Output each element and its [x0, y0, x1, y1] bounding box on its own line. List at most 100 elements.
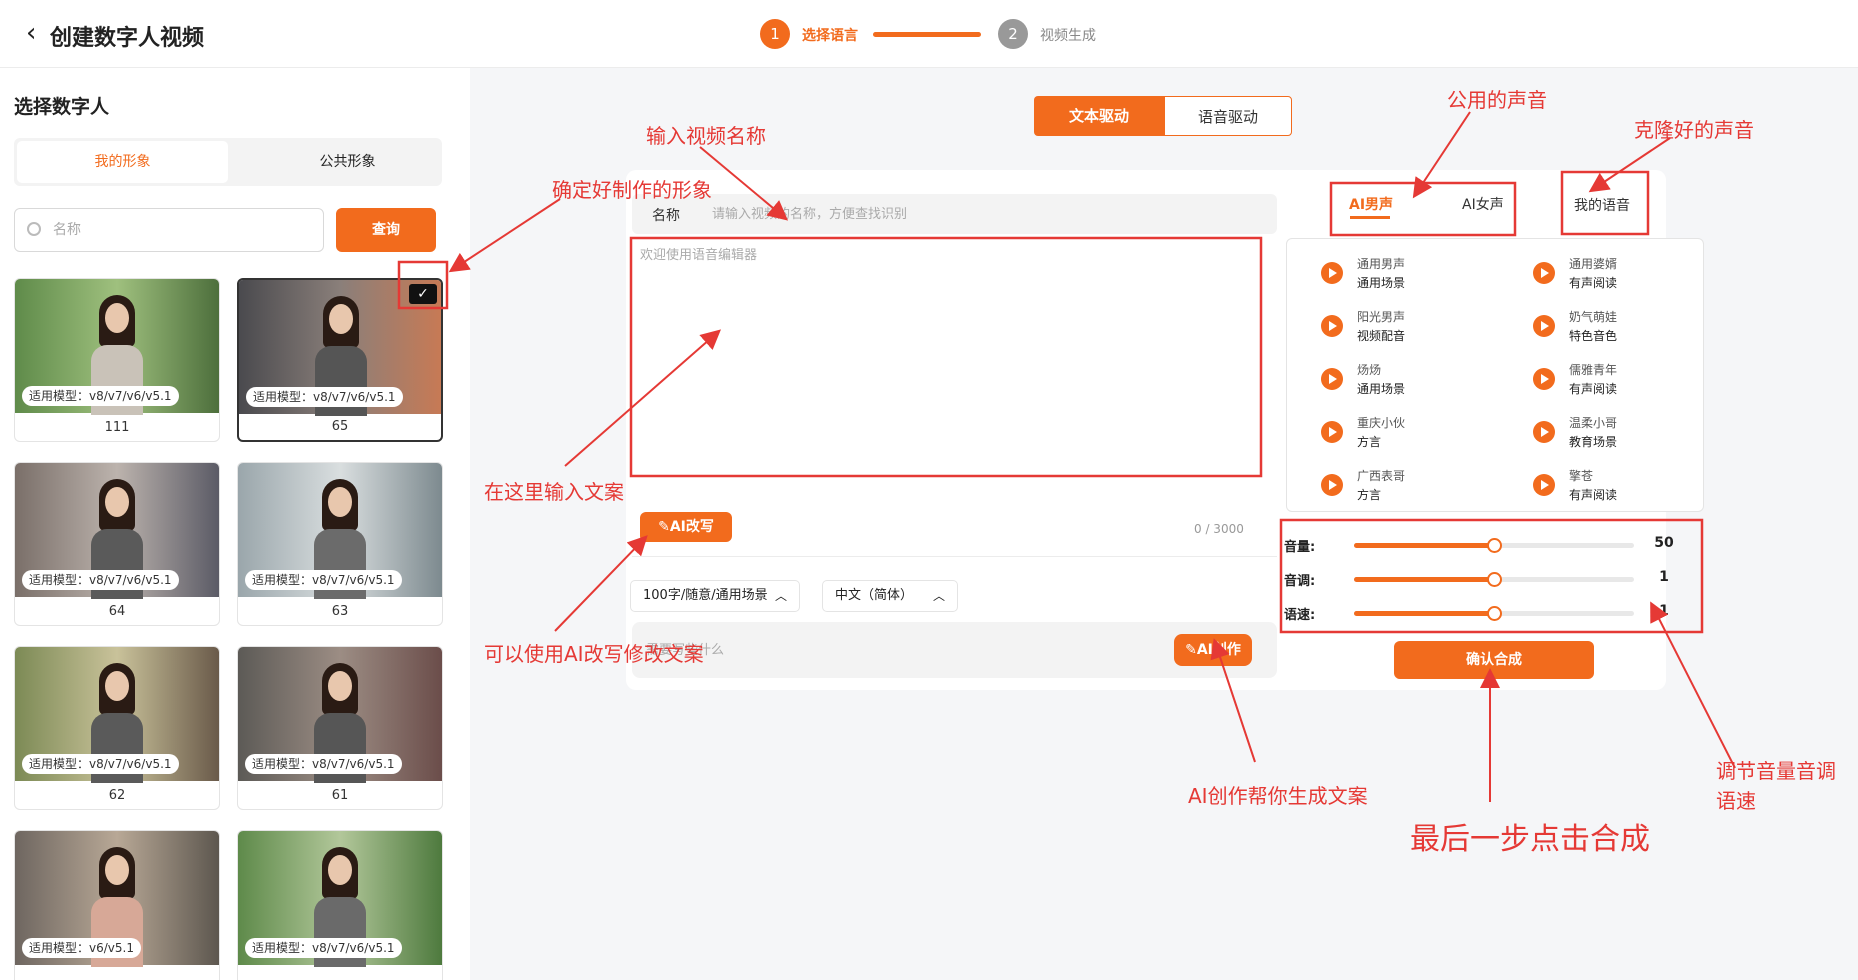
slider-track[interactable]	[1354, 538, 1634, 553]
back-arrow-icon[interactable]: ‹	[26, 20, 42, 48]
slider-label: 音量:	[1284, 540, 1316, 555]
voice-tag: 方言	[1357, 435, 1382, 449]
slider-fill	[1354, 577, 1494, 582]
search-field	[14, 208, 324, 252]
annotation-final-step: 最后一步点击合成	[1410, 822, 1650, 857]
voice-item[interactable]: 儒雅青年 有声阅读	[1533, 361, 1713, 397]
voice-name: 广西表哥	[1357, 469, 1406, 483]
voice-item[interactable]: 通用男声 通用场景	[1321, 255, 1501, 291]
script-textarea[interactable]	[634, 240, 1266, 476]
model-tag: 适用模型：v8/v7/v6/v5.1	[22, 570, 179, 590]
figure-card[interactable]: 适用模型：v8/v7/v6/v5.1	[237, 830, 443, 980]
slider-handle[interactable]	[1487, 572, 1502, 587]
tab-public-figures[interactable]: 公共形象	[242, 141, 453, 183]
voice-item[interactable]: 广西表哥 方言	[1321, 467, 1501, 503]
model-tag: 适用模型：v8/v7/v6/v5.1	[245, 938, 402, 958]
ai-rewrite-label: AI改写	[669, 519, 714, 535]
voice-tag: 通用场景	[1357, 382, 1406, 396]
slider-row: 语速: 1	[1284, 601, 1684, 625]
tab-my-figures[interactable]: 我的形象	[17, 141, 228, 183]
ai-prompt-input[interactable]	[646, 637, 1086, 663]
model-tag: 适用模型：v8/v7/v6/v5.1	[246, 387, 403, 407]
video-name-input[interactable]	[712, 201, 1252, 227]
model-tag: 适用模型：v8/v7/v6/v5.1	[245, 570, 402, 590]
play-icon[interactable]	[1533, 315, 1555, 337]
play-icon[interactable]	[1533, 474, 1555, 496]
model-tag: 适用模型：v8/v7/v6/v5.1	[22, 754, 179, 774]
figure-card[interactable]: 适用模型：v6/v5.1	[14, 830, 220, 980]
annotation-cloned-voice: 克隆好的声音	[1634, 118, 1754, 142]
checkmark-icon[interactable]: ✓	[409, 284, 437, 304]
tab-voice-driven[interactable]: 语音驱动	[1164, 96, 1292, 136]
search-input[interactable]	[53, 217, 313, 243]
voice-item[interactable]: 通用婆婿 有声阅读	[1533, 255, 1713, 291]
model-tag: 适用模型：v6/v5.1	[22, 938, 141, 958]
tab-ai-female-voice[interactable]: AI女声	[1462, 194, 1504, 214]
language-dropdown[interactable]: 中文（简体） ︿	[822, 580, 958, 612]
ai-prompt-row: ✎AI创作	[632, 622, 1277, 678]
divider	[632, 556, 1277, 557]
play-icon[interactable]	[1321, 262, 1343, 284]
voice-tag: 有声阅读	[1569, 276, 1618, 290]
play-icon[interactable]	[1321, 421, 1343, 443]
figure-thumbnail: 适用模型：v8/v7/v6/v5.1	[238, 831, 442, 967]
play-icon[interactable]	[1321, 474, 1343, 496]
voice-tag: 有声阅读	[1569, 382, 1618, 396]
play-icon[interactable]	[1533, 368, 1555, 390]
figure-card[interactable]: 适用模型：v8/v7/v6/v5.1 64	[14, 462, 220, 626]
play-icon[interactable]	[1533, 262, 1555, 284]
voice-item[interactable]: 擎苍 有声阅读	[1533, 467, 1713, 503]
model-tag: 适用模型：v8/v7/v6/v5.1	[22, 386, 179, 406]
length-dropdown[interactable]: 100字/随意/通用场景 ︿	[630, 580, 800, 612]
slider-track[interactable]	[1354, 606, 1634, 621]
chevron-up-icon: ︿	[774, 589, 787, 603]
figure-sidebar: 选择数字人 我的形象 公共形象 查询 适用模型：v8/v7/v6/v5.1 111…	[0, 68, 470, 980]
annotation-input-text: 在这里输入文案	[484, 480, 624, 504]
voice-name: 儒雅青年	[1569, 363, 1618, 377]
figure-name: 62	[108, 788, 126, 803]
figure-card[interactable]: 适用模型：v8/v7/v6/v5.1 62	[14, 646, 220, 810]
voice-item[interactable]: 重庆小伙 方言	[1321, 414, 1501, 450]
voice-tag: 通用场景	[1357, 276, 1406, 290]
ai-create-button[interactable]: ✎AI创作	[1174, 634, 1252, 666]
voice-tag: 特色音色	[1569, 329, 1618, 343]
figure-card[interactable]: 适用模型：v8/v7/v6/v5.1 111	[14, 278, 220, 442]
slider-fill	[1354, 611, 1494, 616]
query-button[interactable]: 查询	[336, 208, 436, 252]
char-counter: 0 / 3000	[1194, 522, 1244, 536]
figure-card[interactable]: 适用模型：v8/v7/v6/v5.1 65 ✓	[237, 278, 443, 442]
figure-thumbnail: 适用模型：v8/v7/v6/v5.1	[15, 279, 219, 415]
tab-text-driven[interactable]: 文本驱动	[1034, 96, 1164, 136]
voice-item[interactable]: 阳光男声 视频配音	[1321, 308, 1501, 344]
figure-name: 65	[331, 419, 349, 434]
voice-item[interactable]: 温柔小哥 教育场景	[1533, 414, 1713, 450]
play-icon[interactable]	[1321, 368, 1343, 390]
voice-name: 通用男声	[1357, 257, 1406, 271]
figure-name: 61	[331, 788, 349, 803]
figure-thumbnail: 适用模型：v8/v7/v6/v5.1	[238, 463, 442, 599]
length-dropdown-value: 100字/随意/通用场景	[643, 588, 768, 603]
voice-item[interactable]: 炀炀 通用场景	[1321, 361, 1501, 397]
model-tag: 适用模型：v8/v7/v6/v5.1	[245, 754, 402, 774]
play-icon[interactable]	[1321, 315, 1343, 337]
tab-my-voice[interactable]: 我的语音	[1574, 195, 1630, 215]
annotation-input-name: 输入视频名称	[646, 124, 766, 148]
tab-ai-male-voice[interactable]: AI男声	[1349, 194, 1393, 214]
figure-tabs: 我的形象 公共形象	[14, 138, 442, 186]
confirm-synthesis-button[interactable]: 确认合成	[1394, 641, 1594, 679]
annotation-ai-rewrite: 可以使用AI改写修改文案	[484, 642, 704, 666]
voice-item[interactable]: 奶气萌娃 特色音色	[1533, 308, 1713, 344]
slider-handle[interactable]	[1487, 538, 1502, 553]
top-bar: ‹ 创建数字人视频 1 选择语言 2 视频生成	[0, 0, 1858, 68]
voice-list: 通用男声 通用场景 通用婆婿 有声阅读 阳光男声 视频配音 奶气萌娃 特色音色 炀炀 通用场景 儒雅…	[1286, 238, 1704, 512]
slider-track[interactable]	[1354, 572, 1634, 587]
voice-tag: 方言	[1357, 488, 1382, 502]
step-2-circle: 2	[998, 19, 1028, 49]
figure-card[interactable]: 适用模型：v8/v7/v6/v5.1 61	[237, 646, 443, 810]
play-icon[interactable]	[1533, 421, 1555, 443]
ai-create-label: AI创作	[1196, 642, 1241, 658]
slider-handle[interactable]	[1487, 606, 1502, 621]
ai-rewrite-button[interactable]: ✎AI改写	[640, 512, 732, 542]
figure-card[interactable]: 适用模型：v8/v7/v6/v5.1 63	[237, 462, 443, 626]
active-tab-underline	[1350, 216, 1390, 219]
